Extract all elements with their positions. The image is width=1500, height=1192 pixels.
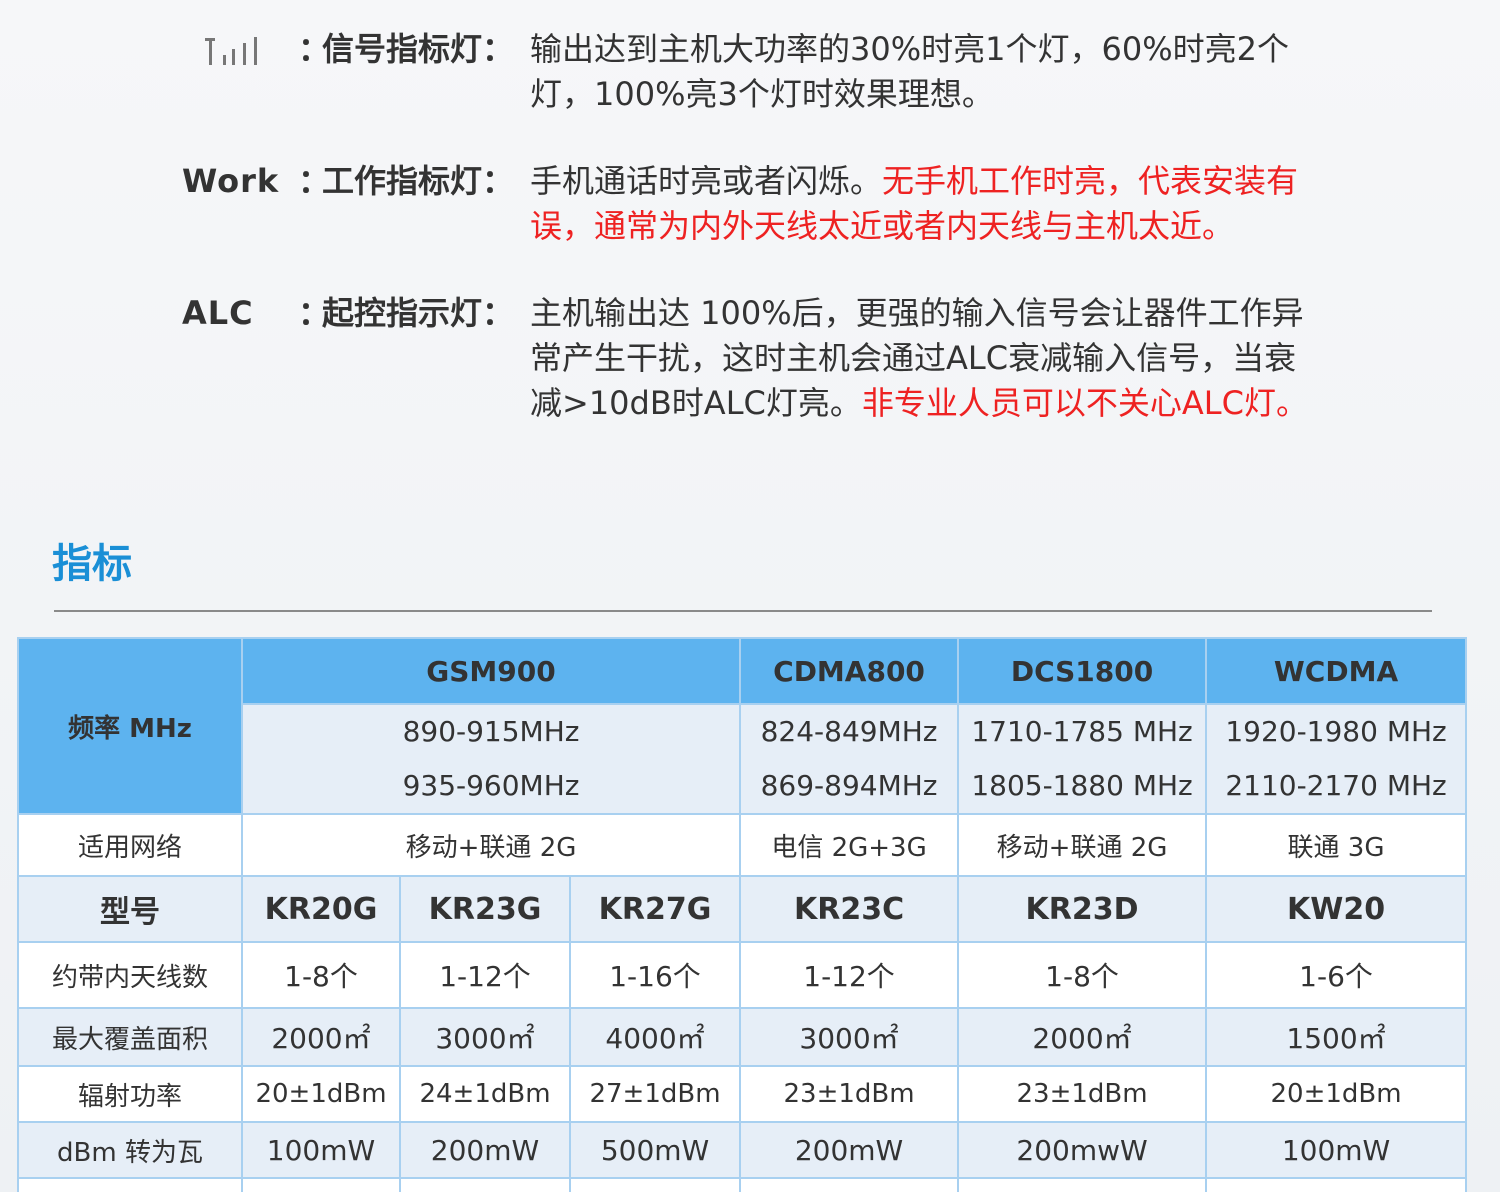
- table-cell: 1-8个: [957, 941, 1208, 1009]
- table-cell: KR27G: [568, 875, 742, 943]
- table-cell: 联通 3G: [1205, 813, 1468, 877]
- uplink-freq: 1920-1980 MHz: [1225, 715, 1447, 748]
- description-line: 输出达到主机大功率的30%时亮1个灯，60%时亮2个: [530, 30, 1289, 68]
- indicator-description: 输出达到主机大功率的30%时亮1个灯，60%时亮2个 灯，100%亮3个灯时效果…: [530, 27, 1400, 117]
- indicator-name: 信号指标灯：: [322, 30, 515, 68]
- table-row-model: 型号 KR20G KR23G KR27G KR23C KR23D KW20: [17, 875, 1468, 943]
- table-cell: 1500㎡: [1205, 1007, 1468, 1067]
- indicator-label: Work: [182, 162, 280, 200]
- table-row-power: 辐射功率 20±1dBm 24±1dBm 27±1dBm 23±1dBm 23±…: [17, 1065, 1468, 1123]
- row-label: 最大覆盖面积: [17, 1007, 243, 1067]
- table-row-watt: dBm 转为瓦 100mW 200mW 500mW 200mW 200mwW 1…: [17, 1121, 1468, 1179]
- band-header: DCS1800: [957, 637, 1208, 705]
- table-cell: 200mwW: [957, 1121, 1208, 1179]
- table-cell: 1-12个: [739, 941, 960, 1009]
- description-line: 误，通常为内外天线太近或者内天线与主机太近。: [530, 207, 1235, 245]
- table-cell: 100mW: [241, 1121, 401, 1179]
- row-label: 型号: [17, 875, 243, 943]
- downlink-freq: 935-960MHz: [402, 769, 580, 802]
- freq-label-cell: 频率 MHz: [17, 637, 243, 815]
- table-row-coverage: 最大覆盖面积 2000㎡ 3000㎡ 4000㎡ 3000㎡ 2000㎡ 150…: [17, 1007, 1468, 1067]
- freq-cell: 1710-1785 MHz 1805-1880 MHz: [957, 703, 1208, 815]
- indicator-description: 手机通话时亮或者闪烁。无手机工作时亮，代表安装有 误，通常为内外天线太近或者内天…: [530, 159, 1400, 249]
- description-line: 常产生干扰，这时主机会通过ALC衰减输入信号，当衰: [530, 339, 1297, 377]
- table-cell: 200mW: [739, 1121, 960, 1179]
- table-cell: 20±1dBm: [1205, 1065, 1468, 1123]
- indicator-label: ALC: [182, 294, 254, 332]
- row-label: dBm 转为瓦: [17, 1121, 243, 1179]
- uplink-freq: 1710-1785 MHz: [971, 715, 1193, 748]
- spec-table: 频率 MHz GSM900 CDMA800 DCS1800 WCDMA 890-…: [17, 637, 1468, 1192]
- table-cell: 27±1dBm: [568, 1065, 742, 1123]
- indicator-name: 起控指示灯：: [322, 294, 515, 332]
- table-cell: 移动+联通 2G: [240, 813, 742, 877]
- description-line: 减>10dB时ALC灯亮。非专业人员可以不关心ALC灯。: [530, 384, 1308, 422]
- band-header: WCDMA: [1205, 637, 1468, 705]
- table-cell: 4000㎡: [568, 1007, 742, 1067]
- downlink-freq: 2110-2170 MHz: [1225, 769, 1447, 802]
- table-cell: 23±1dBm: [739, 1065, 960, 1123]
- table-cell: 1-8个: [241, 941, 401, 1009]
- row-label: 约带内天线数: [17, 941, 243, 1009]
- table-cell: KR23G: [399, 875, 571, 943]
- table-cell: KW20: [1205, 875, 1468, 943]
- section-divider: [54, 610, 1432, 612]
- indicator-description: 主机输出达 100%后，更强的输入信号会让器件工作异 常产生干扰，这时主机会通过…: [530, 291, 1400, 426]
- description-line: 主机输出达 100%后，更强的输入信号会让器件工作异: [530, 294, 1304, 332]
- table-cell: 24±1dBm: [399, 1065, 571, 1123]
- section-title: 指标: [52, 541, 132, 587]
- table-row-network: 适用网络 移动+联通 2G 电信 2G+3G 移动+联通 2G 联通 3G: [17, 813, 1468, 877]
- downlink-freq: 869-894MHz: [760, 769, 938, 802]
- description-line: 灯，100%亮3个灯时效果理想。: [530, 75, 994, 113]
- uplink-freq: 824-849MHz: [760, 715, 938, 748]
- table-row-partial: [17, 1177, 1468, 1192]
- table-cell: 23±1dBm: [957, 1065, 1208, 1123]
- uplink-freq: 890-915MHz: [402, 715, 580, 748]
- table-cell: 1-6个: [1205, 941, 1468, 1009]
- table-cell: 100mW: [1205, 1121, 1468, 1179]
- description-line: 手机通话时亮或者闪烁。无手机工作时亮，代表安装有: [530, 162, 1299, 200]
- downlink-freq: 1805-1880 MHz: [971, 769, 1193, 802]
- table-cell: 3000㎡: [739, 1007, 960, 1067]
- table-cell: KR23C: [739, 875, 960, 943]
- freq-cell: 1920-1980 MHz 2110-2170 MHz: [1205, 703, 1468, 815]
- product-spec-page: ： 信号指标灯： 输出达到主机大功率的30%时亮1个灯，60%时亮2个 灯，10…: [0, 0, 1500, 1192]
- table-cell: 500mW: [568, 1121, 742, 1179]
- table-cell: 电信 2G+3G: [739, 813, 960, 877]
- table-row-antennas: 约带内天线数 1-8个 1-12个 1-16个 1-12个 1-8个 1-6个: [17, 941, 1468, 1009]
- table-cell: 2000㎡: [957, 1007, 1208, 1067]
- table-row-band-header: 频率 MHz GSM900 CDMA800 DCS1800 WCDMA: [17, 637, 1468, 815]
- table-cell: 1-12个: [399, 941, 571, 1009]
- table-cell: 2000㎡: [241, 1007, 401, 1067]
- row-label: 适用网络: [17, 813, 243, 877]
- freq-cell: 824-849MHz 869-894MHz: [739, 703, 960, 815]
- band-header: CDMA800: [739, 637, 960, 705]
- indicator-light-descriptions: ： 信号指标灯： 输出达到主机大功率的30%时亮1个灯，60%时亮2个 灯，10…: [0, 0, 1500, 480]
- table-cell: 200mW: [399, 1121, 571, 1179]
- table-cell: 移动+联通 2G: [957, 813, 1208, 877]
- row-label: 辐射功率: [17, 1065, 243, 1123]
- indicator-name: 工作指标灯：: [322, 162, 515, 200]
- table-cell: KR23D: [957, 875, 1208, 943]
- table-cell: 1-16个: [568, 941, 742, 1009]
- table-cell: KR20G: [241, 875, 401, 943]
- table-cell: 3000㎡: [399, 1007, 571, 1067]
- freq-cell: 890-915MHz 935-960MHz: [240, 703, 742, 815]
- band-header: GSM900: [240, 637, 742, 705]
- signal-bars-icon: [205, 35, 265, 65]
- table-cell: 20±1dBm: [241, 1065, 401, 1123]
